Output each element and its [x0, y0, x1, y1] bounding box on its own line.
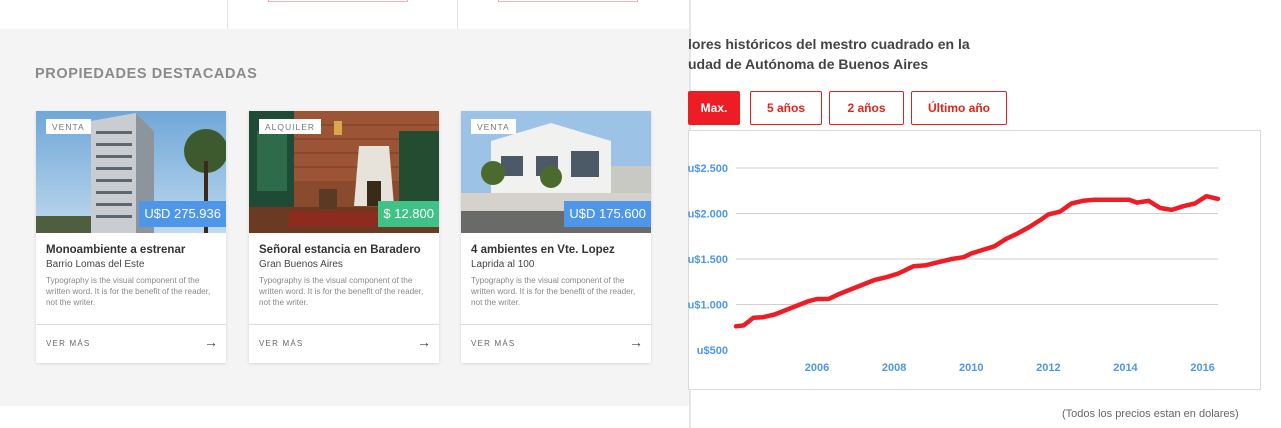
x-tick-label: 2006 [805, 362, 829, 374]
column-divider [227, 0, 228, 29]
property-card[interactable]: VENTA U$D 275.936 Monoambiente a estrena… [36, 111, 226, 363]
range-button-5-years[interactable]: 5 años [750, 91, 822, 125]
property-title[interactable]: 4 ambientes en Vte. Lopez [471, 244, 615, 256]
arrow-right-icon[interactable]: → [204, 334, 218, 350]
property-title[interactable]: Señoral estancia en Baradero [259, 244, 421, 256]
arrow-right-icon[interactable]: → [417, 334, 431, 350]
x-tick-label: 2016 [1190, 362, 1214, 374]
property-location: Barrio Lomas del Este [46, 259, 145, 270]
y-tick-label: u$2.000 [688, 209, 728, 221]
property-location: Gran Buenos Aires [259, 259, 343, 270]
range-button-last-year[interactable]: Último año [911, 91, 1007, 125]
range-button-2-years[interactable]: 2 años [829, 91, 904, 125]
x-tick-label: 2010 [959, 362, 983, 374]
listing-type-tag: ALQUILER [259, 119, 322, 134]
property-title[interactable]: Monoambiente a estrenar [46, 244, 185, 256]
see-more-link[interactable]: VER MÁS [471, 339, 515, 348]
footnote: (Todos los precios estan en dolares) [1062, 408, 1239, 420]
see-more-link[interactable]: VER MÁS [46, 339, 90, 348]
bottom-strip [0, 406, 689, 428]
partial-button[interactable] [498, 0, 638, 2]
partial-button[interactable] [268, 0, 408, 2]
range-button-max[interactable]: Max. [688, 91, 740, 125]
property-card[interactable]: VENTA U$D 175.600 4 ambientes en Vte. Lo… [461, 111, 651, 363]
chart-title-line-2: udad de Autónoma de Buenos Aires [688, 56, 929, 72]
y-tick-label: u$2.500 [688, 163, 728, 175]
listing-type-tag: VENTA [46, 119, 91, 134]
x-tick-label: 2014 [1113, 362, 1138, 374]
see-more-link[interactable]: VER MÁS [259, 339, 303, 348]
price-badge: U$D 175.600 [564, 201, 651, 227]
property-description: Typography is the visual component of th… [46, 276, 211, 307]
price-badge: U$D 275.936 [139, 201, 226, 227]
listing-type-tag: VENTA [471, 119, 516, 134]
property-description: Typography is the visual component of th… [471, 276, 636, 307]
top-strip [0, 0, 689, 29]
card-footer[interactable]: VER MÁS → [36, 324, 226, 363]
section-title: PROPIEDADES DESTACADAS [35, 66, 258, 82]
price-history-chart: u$500 u$1.000 u$1.500 u$2.000 u$2.500 2006 200… [688, 163, 1221, 374]
card-footer[interactable]: VER MÁS → [461, 324, 651, 363]
featured-properties-section: PROPIEDADES DESTACADAS VENTA U$D 275.936… [0, 29, 689, 406]
chart-title-line-1: lores históricos del mestro cuadrado en … [688, 36, 970, 52]
column-divider [457, 0, 458, 29]
price-series-line [733, 193, 1221, 329]
card-footer[interactable]: VER MÁS → [249, 324, 439, 363]
property-location: Laprida al 100 [471, 259, 535, 270]
x-tick-label: 2008 [882, 362, 906, 374]
arrow-right-icon[interactable]: → [629, 334, 643, 350]
price-badge: $ 12.800 [378, 201, 439, 227]
x-tick-label: 2012 [1036, 362, 1060, 374]
property-card[interactable]: ALQUILER $ 12.800 Señoral estancia en Ba… [249, 111, 439, 363]
y-tick-label: u$500 [697, 345, 728, 357]
chart-title: lores históricos del mestro cuadrado en … [688, 34, 1008, 74]
y-tick-label: u$1.500 [688, 254, 728, 266]
y-tick-label: u$1.000 [688, 300, 728, 312]
property-description: Typography is the visual component of th… [259, 276, 424, 307]
